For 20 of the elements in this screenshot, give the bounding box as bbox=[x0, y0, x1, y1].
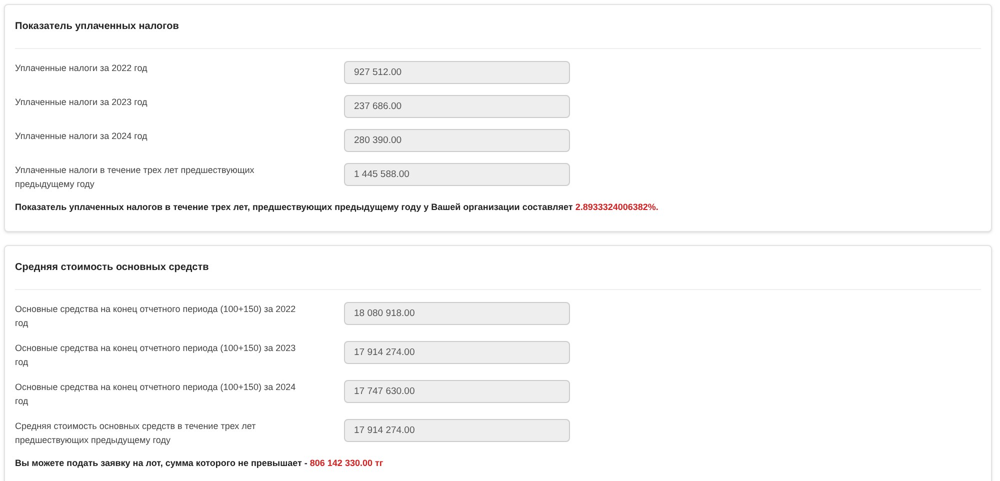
field-label: Основные средства на конец отчетного периода (100+150) за 2024 год bbox=[15, 380, 297, 408]
panel-title: Показатель уплаченных налогов bbox=[15, 19, 981, 49]
field-label: Уплаченные налоги за 2023 год bbox=[15, 96, 148, 109]
field-label: Уплаченные налоги за 2022 год bbox=[15, 62, 148, 75]
input-field[interactable]: 17 914 274.00 bbox=[344, 340, 570, 364]
input-field[interactable]: 237 686.00 bbox=[344, 95, 570, 118]
input-field[interactable]: 17 914 274.00 bbox=[344, 418, 570, 442]
field-label: Основные средства на конец отчетного периода (100+150) за 2023 год bbox=[15, 342, 297, 368]
input-field[interactable]: 927 512.00 bbox=[344, 61, 570, 84]
result-text: Показатель уплаченных налогов в течение трех лет, предшествующих предыдущему году у Вашей организации составляет 2.8933324006382%. bbox=[15, 201, 660, 214]
field-label: Уплаченные налоги за 2024 год bbox=[15, 130, 148, 143]
input-field[interactable]: 17 747 630.00 bbox=[344, 380, 570, 402]
field-label: Средняя стоимость основных средств в течение трех лет предшествующих предыдущему году bbox=[15, 420, 257, 446]
input-field[interactable]: 280 390.00 bbox=[344, 129, 570, 152]
input-field[interactable]: 18 080 918.00 bbox=[344, 302, 570, 324]
input-field[interactable]: 1 445 588.00 bbox=[344, 163, 570, 186]
result-text: Вы можете подать заявку на лот, сумма которого не превышает - 806 142 330.00 тг bbox=[15, 456, 384, 470]
panel-title: Средняя стоимость основных средств bbox=[15, 260, 981, 290]
field-label: Основные средства на конец отчетного периода (100+150) за 2022 год bbox=[15, 302, 297, 330]
field-label: Уплаченные налоги в течение трех лет предшествующих предыдущему году bbox=[15, 164, 256, 191]
